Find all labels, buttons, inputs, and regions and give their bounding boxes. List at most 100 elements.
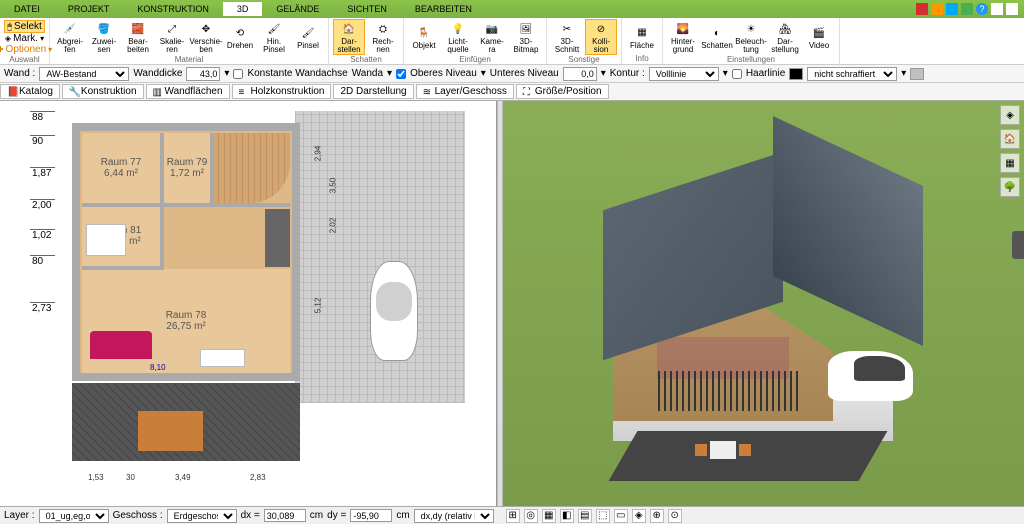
section-icon: ✂ (558, 20, 576, 38)
3d-bitmap-button[interactable]: 🖼3D-Bitmap (510, 20, 542, 54)
schraffur-select[interactable]: nicht schraffiert (807, 67, 897, 81)
dim-r5: 5,12 (313, 298, 322, 314)
sb-icon-10[interactable]: ⊙ (668, 509, 682, 523)
menu-tab-bearbeiten[interactable]: BEARBEITEN (401, 2, 486, 16)
mark-button[interactable]: ◈ Mark.▾ (5, 33, 44, 44)
ribbon-group-einstellungen: 🌄Hinter-grund ◐Schatten ☀Beleuch-tung 🏘D… (663, 18, 840, 64)
status-bar: Layer : 01_ug,eg,og Geschoss : Erdgescho… (0, 506, 1024, 524)
bearbeiten-button[interactable]: 🧱Bear-beiten (122, 20, 154, 54)
ribbon-group-einfuegen: 🪑Objekt 💡Licht-quelle 📷Kame-ra 🖼3D-Bitma… (404, 18, 547, 64)
schatten-set-button[interactable]: ◐Schatten (701, 24, 733, 50)
kamera-button[interactable]: 📷Kame-ra (476, 20, 508, 54)
beleuchtung-button[interactable]: ☀Beleuch-tung (735, 20, 767, 54)
ribbon-group-label: Material (175, 54, 203, 65)
bucket-icon: 🪣 (95, 20, 113, 38)
wandflaechen-button[interactable]: ▥Wandflächen (146, 84, 230, 99)
wand-select[interactable]: AW-Bestand (39, 67, 129, 81)
menu-tab-projekt[interactable]: PROJEKT (54, 2, 124, 16)
title-icon-6[interactable] (991, 3, 1003, 15)
hintergrund-button[interactable]: 🌄Hinter-grund (667, 20, 699, 54)
sb-icon-6[interactable]: ⬚ (596, 509, 610, 523)
sb-icon-3[interactable]: ▦ (542, 509, 556, 523)
ribbon-group-label: Sonstige (568, 54, 599, 65)
house-tool[interactable]: 🏠 (1000, 129, 1020, 149)
title-icon-3[interactable] (946, 3, 958, 15)
lichtquelle-button[interactable]: 💡Licht-quelle (442, 20, 474, 54)
rotate-icon: ⟲ (231, 24, 249, 42)
layers-icon: ◈ (1006, 110, 1014, 121)
geschoss-select[interactable]: Erdgeschos (167, 509, 237, 523)
konstruktion-button[interactable]: 🔧Konstruktion (62, 84, 144, 99)
pinsel-button[interactable]: 🖌Pinsel (292, 24, 324, 50)
sb-icon-2[interactable]: ◎ (524, 509, 538, 523)
color-swatch-black[interactable] (789, 68, 803, 80)
sb-icon-8[interactable]: ◈ (632, 509, 646, 523)
holz-button[interactable]: ≡Holzkonstruktion (232, 84, 332, 99)
coord-mode-select[interactable]: dx,dy (relativ ka (414, 509, 494, 523)
kollision-button[interactable]: ⊘Kolli-sion (585, 19, 617, 55)
sb-icon-9[interactable]: ⊕ (650, 509, 664, 523)
brush-to-icon: 🖌 (265, 20, 283, 38)
3d-viewport[interactable]: ◈ 🏠 ▦ 🌳 (503, 101, 1024, 506)
color-swatch-gray[interactable] (910, 68, 924, 80)
layers-tool[interactable]: ◈ (1000, 105, 1020, 125)
sb-icon-5[interactable]: ▤ (578, 509, 592, 523)
darstellung-button[interactable]: 🏘Dar-stellung (769, 20, 801, 54)
ruler-vertical: 88 90 1,87 2,00 1,02 80 2,73 (30, 111, 55, 481)
menu-tab-3d[interactable]: 3D (223, 2, 263, 16)
konst-wand-label: Konstante Wandachse (247, 68, 347, 79)
2d-darstellung-button[interactable]: 2D Darstellung (333, 84, 413, 99)
side-panel-handle[interactable] (1012, 231, 1024, 259)
title-icon-1[interactable] (916, 3, 928, 15)
hin-pinsel-button[interactable]: 🖌Hin.Pinsel (258, 20, 290, 54)
menu-tab-konstruktion[interactable]: KONSTRUKTION (123, 2, 223, 16)
zuweisen-button[interactable]: 🪣Zuwei-sen (88, 20, 120, 54)
room-77: Raum 776,44 m² (82, 133, 160, 203)
wanddicke-input[interactable] (186, 67, 220, 81)
ribbon-group-sonstige: ✂3D-Schnitt ⊘Kolli-sion Sonstige (547, 18, 622, 64)
skalieren-button[interactable]: ⤢Skalie-ren (156, 20, 188, 54)
camera-icon: 📷 (483, 20, 501, 38)
kontur-select[interactable]: Volllinie (649, 67, 719, 81)
layer-select[interactable]: 01_ug,eg,og (39, 509, 109, 523)
menu-tab-datei[interactable]: DATEI (0, 2, 54, 16)
area-icon: ▦ (633, 24, 651, 42)
title-icon-4[interactable] (961, 3, 973, 15)
darstellen-button[interactable]: 🏠Dar-stellen (333, 19, 365, 55)
niveau-input[interactable] (563, 67, 597, 81)
title-icon-2[interactable] (931, 3, 943, 15)
brush-icon: 🖌 (299, 24, 317, 42)
menu-tab-gelaende[interactable]: GELÄNDE (262, 2, 333, 16)
abgreifen-button[interactable]: 💉Abgrei-fen (54, 20, 86, 54)
sb-icon-1[interactable]: ⊞ (506, 509, 520, 523)
sb-icon-7[interactable]: ▭ (614, 509, 628, 523)
status-icons: ⊞ ◎ ▦ ◧ ▤ ⬚ ▭ ◈ ⊕ ⊙ (506, 509, 682, 523)
2d-viewport[interactable]: 88 90 1,87 2,00 1,02 80 2,73 Raum 776,44… (0, 101, 497, 506)
katalog-button[interactable]: 📕Katalog (0, 84, 60, 99)
konst-wand-checkbox[interactable] (233, 69, 243, 79)
drehen-button[interactable]: ⟲Drehen (224, 24, 256, 50)
wand-label: Wand : (4, 68, 35, 79)
sb-icon-4[interactable]: ◧ (560, 509, 574, 523)
selekt-button[interactable]: 🖱 Selekt (4, 20, 45, 33)
title-icon-7[interactable] (1006, 3, 1018, 15)
menu-tab-sichten[interactable]: SICHTEN (333, 2, 401, 16)
oberes-niveau-checkbox[interactable] (396, 69, 406, 79)
video-button[interactable]: 🎬Video (803, 24, 835, 50)
3d-schnitt-button[interactable]: ✂3D-Schnitt (551, 20, 583, 54)
groesse-position-button[interactable]: ⛶Größe/Position (516, 84, 609, 99)
verschieben-button[interactable]: ✥Verschie-ben (190, 20, 222, 54)
objekt-button[interactable]: 🪑Objekt (408, 24, 440, 50)
layer-geschoss-button[interactable]: ≋Layer/Geschoss (416, 84, 514, 99)
dim-r1: 2,94 (313, 146, 322, 162)
tree-tool[interactable]: 🌳 (1000, 177, 1020, 197)
flaeche-button[interactable]: ▦Fläche (626, 24, 658, 50)
dy-input[interactable] (350, 509, 392, 522)
dx-input[interactable] (264, 509, 306, 522)
haarlinie-checkbox[interactable] (732, 69, 742, 79)
terrain-tool[interactable]: ▦ (1000, 153, 1020, 173)
rechnen-button[interactable]: ⛭Rech-nen (367, 20, 399, 54)
wall (82, 266, 164, 270)
help-icon[interactable]: ? (976, 3, 988, 15)
ribbon-group-auswahl: 🖱 Selekt ◈ Mark.▾ ✚ Optionen▾ Auswahl (0, 18, 50, 64)
